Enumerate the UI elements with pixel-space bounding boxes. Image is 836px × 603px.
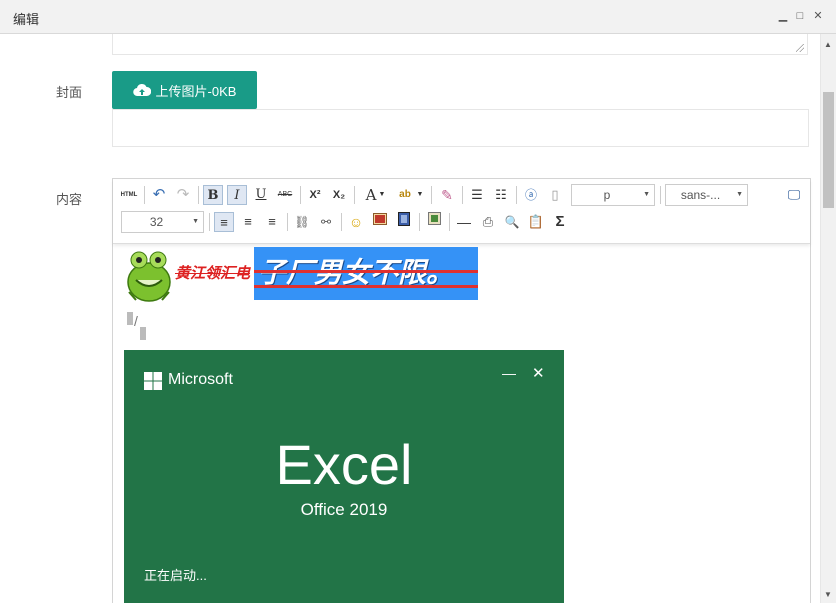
chevron-down-icon: ▼ [192,218,199,225]
print-icon[interactable]: ⎙ [478,212,498,232]
frog-emoticon-icon [127,251,171,302]
bold-button[interactable]: B [203,185,223,205]
editor-content-area[interactable]: 黄江领汇电 子厂男女不限。 / Microsoft — ✕ Excel Offi… [113,243,810,603]
italic-button[interactable]: I [227,185,247,205]
maximize-icon[interactable]: □ [793,8,807,24]
formula-icon[interactable]: Σ [550,212,570,232]
red-line-decoration [254,285,478,288]
upload-image-button[interactable]: 上传图片-0KB [112,71,257,109]
splash-status: 正在启动... [144,568,207,583]
toolbar-divider [144,186,145,204]
summary-textarea[interactable] [112,34,808,55]
red-strikethrough-text: 黄江领汇电 [175,264,251,282]
horizontal-rule-icon[interactable]: — [454,212,474,232]
vertical-scrollbar[interactable]: ▲ ▼ [820,34,836,603]
html-source-button[interactable]: HTML [119,185,139,205]
fullscreen-icon[interactable]: 🖵 [784,185,804,205]
toolbar-divider [449,213,450,231]
chevron-down-icon: ▼ [643,191,650,198]
font-size-select[interactable]: 32 ▼ [121,211,204,233]
redo-icon[interactable]: ↷ [173,185,193,205]
superscript-button[interactable]: X² [305,185,325,205]
splash-minimize-icon: — [502,365,516,381]
subscript-button[interactable]: X₂ [329,185,349,205]
cover-url-field[interactable] [112,109,809,147]
dialog-content: 封面 上传图片-0KB 内容 HTML ↶ ↷ B I U ABC X² X₂ … [0,34,820,603]
highlighted-text-block: 子厂男女不限。 [254,247,478,300]
image-icon[interactable] [370,212,390,232]
cloud-upload-icon [132,83,151,97]
content-label: 内容 [56,192,83,207]
align-left-icon[interactable]: ≡ [214,212,234,232]
align-center-icon[interactable]: ≡ [238,212,258,232]
microsoft-logo-icon [144,372,162,390]
font-size-value: 32 [149,215,164,229]
toolbar-divider [462,186,463,204]
dialog-titlebar: 编辑 ▁ □ ✕ [0,0,836,34]
unordered-list-icon[interactable]: ☷ [491,185,511,205]
toolbar-divider [341,213,342,231]
resize-grip-icon[interactable] [796,44,804,52]
cover-label: 封面 [56,85,83,100]
chevron-down-icon[interactable]: ▼ [415,185,425,205]
page-icon[interactable]: ▯ [545,185,565,205]
underline-button[interactable]: U [251,185,271,205]
paragraph-format-select[interactable]: p ▼ [571,184,655,206]
picture-icon[interactable] [424,212,444,232]
toolbar-divider [300,186,301,204]
toolbar-divider [209,213,210,231]
strikethrough-button[interactable]: ABC [275,185,295,205]
font-family-value: sans-... [680,188,721,202]
broken-image-placeholder [127,312,133,325]
unlink-icon[interactable]: ⚯ [316,212,336,232]
toolbar-divider [198,186,199,204]
close-icon[interactable]: ✕ [811,8,825,24]
highlight-color-icon[interactable]: ab [395,185,415,205]
rich-text-editor[interactable]: HTML ↶ ↷ B I U ABC X² X₂ A ▼ ab ▼ ✎ ☰ ☷ … [112,178,811,603]
toolbar-divider [431,186,432,204]
video-icon[interactable] [394,212,414,232]
emoji-icon[interactable]: ☺ [346,212,366,232]
office-version: Office 2019 [300,500,388,519]
link-icon[interactable]: ⛓ [292,212,312,232]
font-family-select[interactable]: sans-... ▼ [665,184,748,206]
excel-app-name: Excel [275,433,413,496]
toolbar-divider [354,186,355,204]
splash-close-icon: ✕ [532,365,545,382]
paragraph-format-value: p [603,188,611,202]
preview-icon[interactable]: 🔍 [502,212,522,232]
editor-toolbar: HTML ↶ ↷ B I U ABC X² X₂ A ▼ ab ▼ ✎ ☰ ☷ … [113,179,810,244]
paste-icon[interactable]: 📋 [526,212,546,232]
broken-image-placeholder [140,327,146,340]
slash-glyph: / [134,313,138,329]
anchor-icon[interactable]: ⓐ [521,185,541,205]
minimize-icon[interactable]: ▁ [776,8,790,24]
dialog-title: 编辑 [13,12,40,27]
undo-icon[interactable]: ↶ [149,185,169,205]
red-line-decoration [254,270,478,273]
chevron-down-icon[interactable]: ▼ [377,185,387,205]
toolbar-divider [419,213,420,231]
align-right-icon[interactable]: ≡ [262,212,282,232]
toolbar-divider [660,186,661,204]
scrollbar-thumb[interactable] [823,92,834,208]
upload-button-label: 上传图片-0KB [155,83,237,99]
eraser-icon[interactable]: ✎ [437,185,457,205]
toolbar-divider [516,186,517,204]
scroll-down-icon[interactable]: ▼ [824,590,832,599]
toolbar-divider [287,213,288,231]
scroll-up-icon[interactable]: ▲ [824,40,832,49]
microsoft-brand: Microsoft [168,371,233,388]
excel-splash-image: Microsoft — ✕ Excel Office 2019 正在启动... [124,350,564,603]
chevron-down-icon: ▼ [736,191,743,198]
ordered-list-icon[interactable]: ☰ [467,185,487,205]
